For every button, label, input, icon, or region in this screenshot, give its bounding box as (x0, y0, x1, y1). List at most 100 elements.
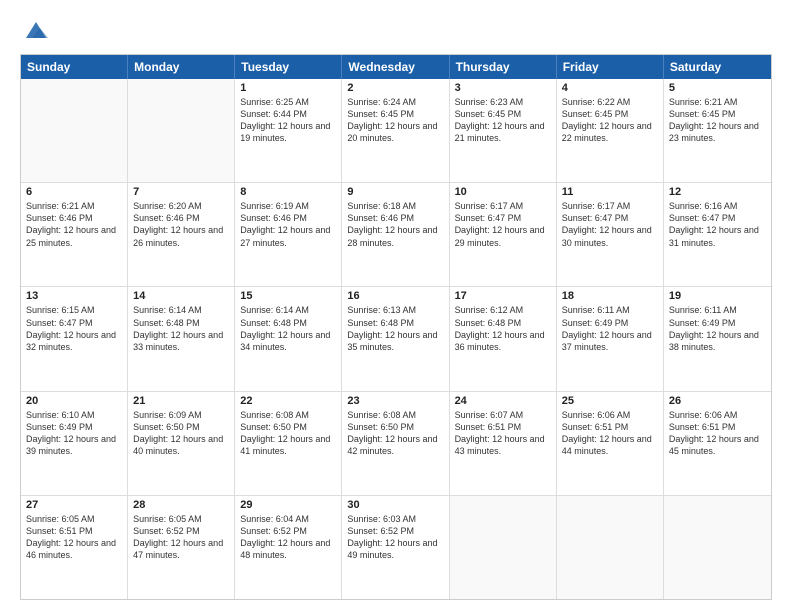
cell-daylight-info: Sunrise: 6:10 AM Sunset: 6:49 PM Dayligh… (26, 409, 122, 458)
calendar-cell (450, 496, 557, 599)
cell-daylight-info: Sunrise: 6:14 AM Sunset: 6:48 PM Dayligh… (133, 304, 229, 353)
day-number: 26 (669, 395, 766, 407)
calendar-cell: 5 Sunrise: 6:21 AM Sunset: 6:45 PM Daylig… (664, 79, 771, 182)
calendar-cell: 12 Sunrise: 6:16 AM Sunset: 6:47 PM Dayli… (664, 183, 771, 286)
calendar-header-row: SundayMondayTuesdayWednesdayThursdayFrid… (21, 55, 771, 79)
day-number: 12 (669, 186, 766, 198)
cell-daylight-info: Sunrise: 6:21 AM Sunset: 6:46 PM Dayligh… (26, 200, 122, 249)
calendar-row-2: 13 Sunrise: 6:15 AM Sunset: 6:47 PM Dayli… (21, 287, 771, 391)
calendar-cell: 25 Sunrise: 6:06 AM Sunset: 6:51 PM Dayli… (557, 392, 664, 495)
day-number: 7 (133, 186, 229, 198)
cell-daylight-info: Sunrise: 6:06 AM Sunset: 6:51 PM Dayligh… (562, 409, 658, 458)
day-number: 11 (562, 186, 658, 198)
logo (20, 16, 50, 44)
day-number: 28 (133, 499, 229, 511)
calendar-cell: 28Sunrise: 6:05 AM Sunset: 6:52 PM Dayli… (128, 496, 235, 599)
day-number: 24 (455, 395, 551, 407)
day-number: 20 (26, 395, 122, 407)
day-number: 19 (669, 290, 766, 302)
cell-daylight-info: Sunrise: 6:09 AM Sunset: 6:50 PM Dayligh… (133, 409, 229, 458)
cell-daylight-info: Sunrise: 6:20 AM Sunset: 6:46 PM Dayligh… (133, 200, 229, 249)
calendar-cell: 30Sunrise: 6:03 AM Sunset: 6:52 PM Dayli… (342, 496, 449, 599)
calendar-cell: 24 Sunrise: 6:07 AM Sunset: 6:51 PM Dayli… (450, 392, 557, 495)
day-number: 27 (26, 499, 122, 511)
page: SundayMondayTuesdayWednesdayThursdayFrid… (0, 0, 792, 612)
calendar-cell: 6 Sunrise: 6:21 AM Sunset: 6:46 PM Daylig… (21, 183, 128, 286)
calendar-cell: 2 Sunrise: 6:24 AM Sunset: 6:45 PM Daylig… (342, 79, 449, 182)
calendar-cell: 18 Sunrise: 6:11 AM Sunset: 6:49 PM Dayli… (557, 287, 664, 390)
cell-daylight-info: Sunrise: 6:18 AM Sunset: 6:46 PM Dayligh… (347, 200, 443, 249)
day-number: 5 (669, 82, 766, 94)
calendar-cell: 17 Sunrise: 6:12 AM Sunset: 6:48 PM Dayli… (450, 287, 557, 390)
calendar-cell: 23 Sunrise: 6:08 AM Sunset: 6:50 PM Dayli… (342, 392, 449, 495)
header-day-friday: Friday (557, 55, 664, 79)
cell-daylight-info: Sunrise: 6:06 AM Sunset: 6:51 PM Dayligh… (669, 409, 766, 458)
header-day-sunday: Sunday (21, 55, 128, 79)
day-number: 23 (347, 395, 443, 407)
day-number: 30 (347, 499, 443, 511)
calendar-cell: 10 Sunrise: 6:17 AM Sunset: 6:47 PM Dayli… (450, 183, 557, 286)
day-number: 2 (347, 82, 443, 94)
header-day-saturday: Saturday (664, 55, 771, 79)
calendar-cell: 15 Sunrise: 6:14 AM Sunset: 6:48 PM Dayli… (235, 287, 342, 390)
cell-daylight-info: Sunrise: 6:15 AM Sunset: 6:47 PM Dayligh… (26, 304, 122, 353)
cell-daylight-info: Sunrise: 6:21 AM Sunset: 6:45 PM Dayligh… (669, 96, 766, 145)
day-number: 13 (26, 290, 122, 302)
calendar-cell: 13 Sunrise: 6:15 AM Sunset: 6:47 PM Dayli… (21, 287, 128, 390)
day-number: 17 (455, 290, 551, 302)
cell-daylight-info: Sunrise: 6:05 AM Sunset: 6:51 PM Dayligh… (26, 513, 122, 562)
calendar-row-4: 27 Sunrise: 6:05 AM Sunset: 6:51 PM Dayli… (21, 496, 771, 599)
cell-daylight-info: Sunrise: 6:23 AM Sunset: 6:45 PM Dayligh… (455, 96, 551, 145)
calendar-cell: 21 Sunrise: 6:09 AM Sunset: 6:50 PM Dayli… (128, 392, 235, 495)
calendar-cell: 1 Sunrise: 6:25 AM Sunset: 6:44 PM Daylig… (235, 79, 342, 182)
calendar-cell: 11 Sunrise: 6:17 AM Sunset: 6:47 PM Dayli… (557, 183, 664, 286)
calendar-cell: 9 Sunrise: 6:18 AM Sunset: 6:46 PM Daylig… (342, 183, 449, 286)
cell-daylight-info: Sunrise: 6:17 AM Sunset: 6:47 PM Dayligh… (562, 200, 658, 249)
calendar-cell: 19Sunrise: 6:11 AM Sunset: 6:49 PM Dayli… (664, 287, 771, 390)
calendar-cell: 29 Sunrise: 6:04 AM Sunset: 6:52 PM Dayli… (235, 496, 342, 599)
day-number: 21 (133, 395, 229, 407)
day-number: 22 (240, 395, 336, 407)
day-number: 9 (347, 186, 443, 198)
day-number: 25 (562, 395, 658, 407)
header-day-tuesday: Tuesday (235, 55, 342, 79)
cell-daylight-info: Sunrise: 6:04 AM Sunset: 6:52 PM Dayligh… (240, 513, 336, 562)
cell-daylight-info: Sunrise: 6:08 AM Sunset: 6:50 PM Dayligh… (347, 409, 443, 458)
calendar-cell: 14 Sunrise: 6:14 AM Sunset: 6:48 PM Dayli… (128, 287, 235, 390)
calendar-cell: 20 Sunrise: 6:10 AM Sunset: 6:49 PM Dayli… (21, 392, 128, 495)
day-number: 15 (240, 290, 336, 302)
cell-daylight-info: Sunrise: 6:19 AM Sunset: 6:46 PM Dayligh… (240, 200, 336, 249)
day-number: 4 (562, 82, 658, 94)
day-number: 14 (133, 290, 229, 302)
day-number: 1 (240, 82, 336, 94)
cell-daylight-info: Sunrise: 6:07 AM Sunset: 6:51 PM Dayligh… (455, 409, 551, 458)
calendar-cell (557, 496, 664, 599)
calendar-cell: 16Sunrise: 6:13 AM Sunset: 6:48 PM Dayli… (342, 287, 449, 390)
calendar-cell: 8 Sunrise: 6:19 AM Sunset: 6:46 PM Daylig… (235, 183, 342, 286)
cell-daylight-info: Sunrise: 6:22 AM Sunset: 6:45 PM Dayligh… (562, 96, 658, 145)
calendar-cell (21, 79, 128, 182)
calendar-cell: 4 Sunrise: 6:22 AM Sunset: 6:45 PM Daylig… (557, 79, 664, 182)
header-day-thursday: Thursday (450, 55, 557, 79)
calendar-cell: 22 Sunrise: 6:08 AM Sunset: 6:50 PM Dayli… (235, 392, 342, 495)
day-number: 16 (347, 290, 443, 302)
cell-daylight-info: Sunrise: 6:12 AM Sunset: 6:48 PM Dayligh… (455, 304, 551, 353)
calendar-body: 1 Sunrise: 6:25 AM Sunset: 6:44 PM Daylig… (21, 79, 771, 599)
cell-daylight-info: Sunrise: 6:14 AM Sunset: 6:48 PM Dayligh… (240, 304, 336, 353)
header (20, 16, 772, 44)
cell-daylight-info: Sunrise: 6:25 AM Sunset: 6:44 PM Dayligh… (240, 96, 336, 145)
logo-icon (22, 16, 50, 44)
cell-daylight-info: Sunrise: 6:11 AM Sunset: 6:49 PM Dayligh… (562, 304, 658, 353)
calendar-cell: 26 Sunrise: 6:06 AM Sunset: 6:51 PM Dayli… (664, 392, 771, 495)
day-number: 10 (455, 186, 551, 198)
cell-daylight-info: Sunrise: 6:24 AM Sunset: 6:45 PM Dayligh… (347, 96, 443, 145)
day-number: 18 (562, 290, 658, 302)
day-number: 6 (26, 186, 122, 198)
calendar-cell (664, 496, 771, 599)
cell-daylight-info: Sunrise: 6:08 AM Sunset: 6:50 PM Dayligh… (240, 409, 336, 458)
calendar-row-3: 20 Sunrise: 6:10 AM Sunset: 6:49 PM Dayli… (21, 392, 771, 496)
cell-daylight-info: Sunrise: 6:17 AM Sunset: 6:47 PM Dayligh… (455, 200, 551, 249)
cell-daylight-info: Sunrise: 6:16 AM Sunset: 6:47 PM Dayligh… (669, 200, 766, 249)
day-number: 8 (240, 186, 336, 198)
day-number: 29 (240, 499, 336, 511)
